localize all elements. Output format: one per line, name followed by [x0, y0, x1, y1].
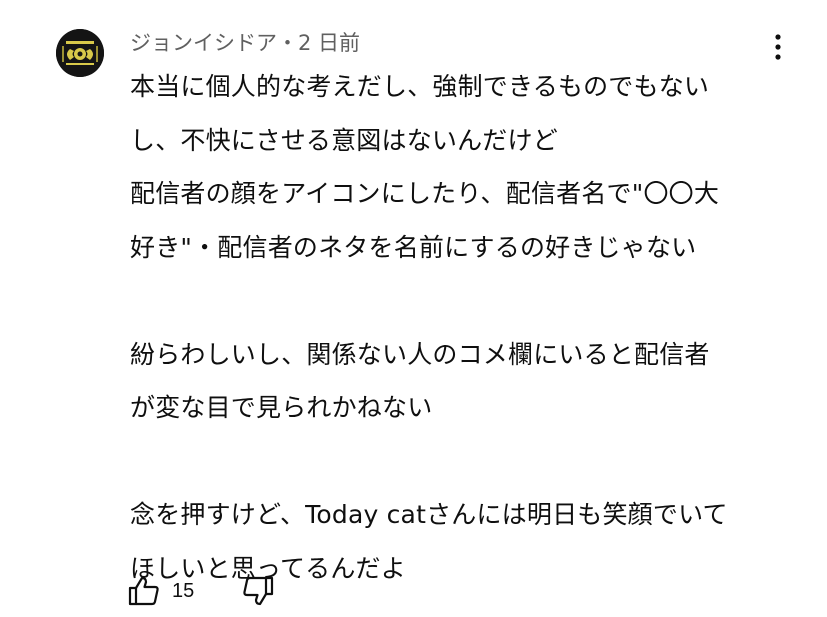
comment-line: 念を押すけど、Today catさんには明日も笑顔でいて: [130, 500, 728, 529]
like-count: 15: [172, 579, 195, 602]
comment-line: し、不快にさせる意図はないんだけど: [130, 125, 558, 155]
comment-blank-line: [130, 274, 800, 328]
like-button[interactable]: 15: [128, 576, 194, 606]
thumb-down-icon: [243, 576, 274, 606]
comment-actions: 15: [128, 574, 274, 608]
comment-menu-button[interactable]: [766, 30, 790, 64]
comment-line: 配信者の顔をアイコンにしたり、配信者名で"〇〇大: [130, 179, 720, 208]
author-avatar[interactable]: [56, 29, 104, 77]
meta-separator: ・: [277, 31, 298, 55]
comment-line: 好き"・配信者のネタを名前にするの好きじゃない: [130, 232, 697, 262]
more-vertical-icon: [775, 34, 781, 60]
avatar-crest-icon: [56, 29, 104, 77]
comment-blank-line: [130, 435, 800, 489]
comment-text: 本当に個人的な考えだし、強制できるものでもない し、不快にさせる意図はないんだけ…: [130, 60, 800, 595]
comment-line: が変な目で見られかねない: [130, 393, 433, 422]
comment-line: 本当に個人的な考えだし、強制できるものでもない: [130, 72, 710, 101]
author-name[interactable]: ジョンイシドア: [130, 31, 277, 55]
comment-time[interactable]: 2 日前: [298, 31, 360, 55]
comment-header: ジョンイシドア・2 日前: [130, 30, 360, 56]
thumb-up-icon: [128, 576, 159, 606]
comment-line: 紛らわしいし、関係ない人のコメ欄にいると配信者: [130, 339, 710, 369]
dislike-button[interactable]: [242, 576, 274, 606]
